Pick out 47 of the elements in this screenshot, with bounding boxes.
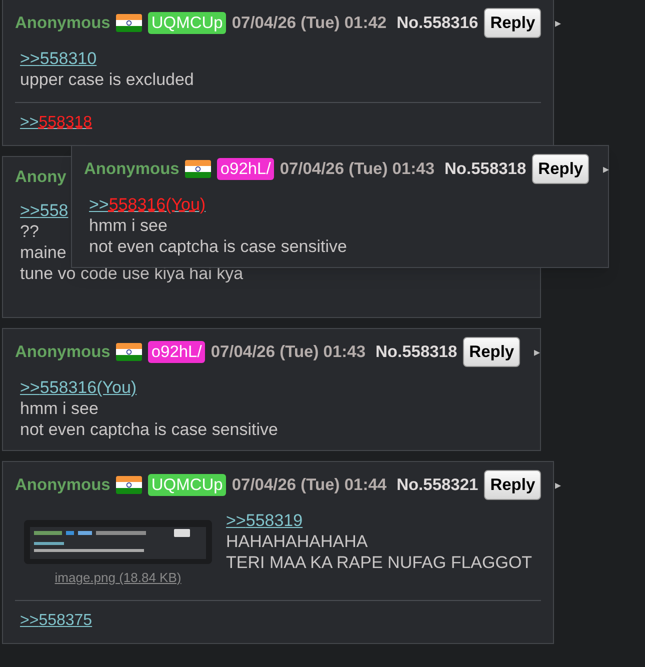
poster-id: UQMCUp: [148, 474, 226, 496]
post-text: ??: [20, 220, 39, 242]
flag-icon: [185, 160, 212, 178]
quote-link[interactable]: >>558: [20, 200, 68, 220]
post-number[interactable]: No.558318: [444, 156, 526, 182]
poster-name: Anony: [15, 167, 66, 188]
quote-link[interactable]: >>558316(You): [20, 378, 137, 397]
quote-link[interactable]: >>558318: [20, 111, 92, 135]
quote-link[interactable]: >>558319: [226, 511, 303, 530]
post-date: 07/04/26 (Tue) 01:43: [210, 342, 366, 363]
poster-id: UQMCUp: [148, 12, 226, 34]
reply-button[interactable]: Reply: [532, 154, 590, 184]
post-text: hmm i see: [20, 398, 98, 419]
reply-button[interactable]: Reply: [484, 470, 542, 500]
poster-name: Anonymous: [84, 158, 180, 180]
post-menu-arrow[interactable]: ▸: [555, 14, 562, 32]
post-number[interactable]: No.558316: [396, 10, 478, 36]
quote-link[interactable]: >>558310: [20, 49, 97, 68]
flag-icon: [116, 476, 142, 494]
poster-name: Anonymous: [15, 12, 110, 34]
post-text: TERI MAA KA RAPE NUFAG FLAGGOT: [226, 552, 532, 573]
post-text: hmm i see: [89, 215, 168, 236]
reply-button[interactable]: Reply: [484, 8, 542, 38]
post-text: HAHAHAHAHAHA: [226, 531, 368, 552]
post-text: upper case is excluded: [20, 69, 194, 90]
post-menu-arrow[interactable]: ▸: [555, 476, 562, 494]
post-number[interactable]: No.558318: [376, 340, 458, 364]
post-date: 07/04/26 (Tue) 01:42: [232, 12, 387, 34]
quote-link[interactable]: >>558316(You): [89, 195, 206, 214]
poster-name: Anonymous: [15, 342, 110, 363]
reply-button[interactable]: Reply: [463, 337, 520, 367]
post-date: 07/04/26 (Tue) 01:43: [280, 158, 435, 180]
quote-link[interactable]: >>558375: [20, 608, 92, 632]
poster-name: Anonymous: [15, 474, 110, 496]
post-number[interactable]: No.558321: [396, 472, 478, 498]
flag-icon: [116, 14, 142, 32]
post-date: 07/04/26 (Tue) 01:44: [232, 474, 387, 496]
flag-icon: [116, 343, 142, 361]
post-text: not even captcha is case sensitive: [89, 236, 347, 257]
poster-id: o92hL/: [217, 158, 274, 180]
poster-id: o92hL/: [148, 341, 205, 363]
post-text: not even captcha is case sensitive: [20, 419, 278, 440]
post-text: maine: [20, 242, 66, 263]
post-menu-arrow[interactable]: ▸: [603, 160, 610, 178]
file-link[interactable]: image.png (18.84 KB): [54, 568, 182, 588]
post-menu-arrow[interactable]: ▸: [534, 343, 540, 361]
post-text: tune vo code use kiya hai kya: [20, 262, 244, 284]
